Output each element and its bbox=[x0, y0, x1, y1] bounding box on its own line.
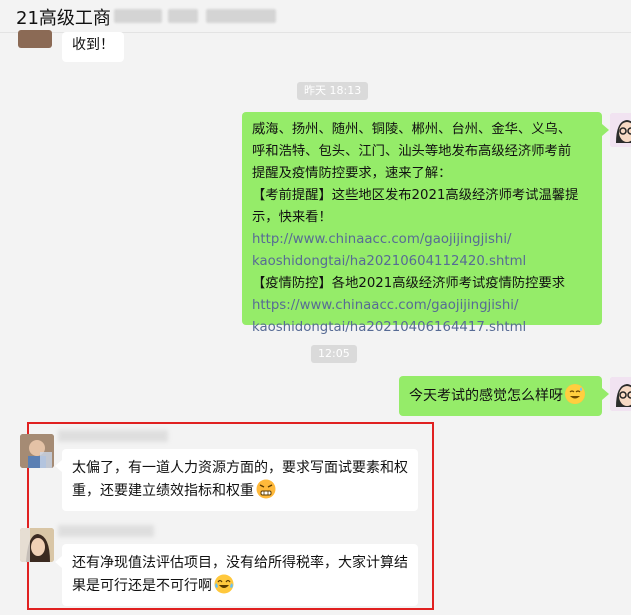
message-line: 果是可行还是不可行啊 bbox=[72, 578, 212, 594]
avatar-photo-icon bbox=[20, 434, 54, 468]
bubble-tail bbox=[602, 124, 609, 136]
avatar[interactable] bbox=[20, 528, 54, 562]
bubble-tail bbox=[602, 388, 609, 400]
redacted-title-part bbox=[206, 9, 276, 23]
message-bubble: 太偏了，有一道人力资源方面的，要求写面试要素和权 重，还要建立绩效指标和权重 bbox=[62, 449, 418, 511]
message-text: 收到！ bbox=[72, 37, 114, 53]
message-line: 重，还要建立绩效指标和权重 bbox=[72, 483, 254, 499]
timestamp: 昨天 18:13 bbox=[297, 82, 369, 100]
chat-header: 21高级工商 bbox=[0, 0, 631, 33]
message-line: 【疫情防控】各地2021高级经济师考试疫情防控要求 bbox=[252, 276, 566, 291]
message-link[interactable]: http://www.chinaacc.com/gaojijingjishi/ bbox=[252, 229, 592, 251]
message-bubble: 收到！ bbox=[62, 32, 124, 62]
message-line: 还有净现值法评估项目，没有给所得税率，大家计算结 bbox=[72, 555, 408, 571]
angry-emoji-icon bbox=[256, 479, 276, 499]
my-avatar[interactable] bbox=[610, 113, 631, 147]
message-bubble: 今天考试的感觉怎么样呀 bbox=[399, 376, 602, 416]
message-line: 威海、扬州、随州、铜陵、郴州、台州、金华、义乌、 bbox=[252, 122, 572, 137]
chat-title: 21高级工商 bbox=[16, 8, 111, 29]
message-line: 提醒及疫情防控要求，速来了解： bbox=[252, 166, 452, 181]
redacted-title-part bbox=[168, 9, 198, 23]
avatar-face-icon bbox=[610, 377, 631, 411]
redacted-sender-name bbox=[58, 525, 154, 537]
crying-laugh-emoji-icon bbox=[214, 574, 234, 594]
message-line: 呼和浩特、包头、江门、汕头等地发布高级经济师考前 bbox=[252, 144, 572, 159]
avatar[interactable] bbox=[18, 30, 52, 48]
message-line: 示，快来看！ bbox=[252, 210, 332, 225]
message-bubble: 威海、扬州、随州、铜陵、郴州、台州、金华、义乌、 呼和浩特、包头、江门、汕头等地… bbox=[242, 112, 602, 335]
redacted-title-part bbox=[114, 9, 162, 23]
message-bubble: 还有净现值法评估项目，没有给所得税率，大家计算结 果是可行还是不可行啊 bbox=[62, 544, 418, 606]
message-line: 太偏了，有一道人力资源方面的，要求写面试要素和权 bbox=[72, 460, 408, 476]
message-link[interactable]: kaoshidongtai/ha20210604112420.shtml bbox=[252, 251, 592, 273]
message-link[interactable]: kaoshidongtai/ha20210406164417.shtml bbox=[252, 317, 592, 339]
redacted-sender-name bbox=[58, 430, 168, 442]
timestamp: 12:05 bbox=[311, 345, 357, 363]
avatar-face-icon bbox=[610, 113, 631, 147]
avatar[interactable] bbox=[20, 434, 54, 468]
sweat-smile-emoji-icon bbox=[565, 384, 585, 404]
avatar-photo-icon bbox=[20, 528, 54, 562]
bubble-tail bbox=[55, 556, 62, 568]
message-text: 今天考试的感觉怎么样呀 bbox=[409, 388, 563, 404]
message-line: 【考前提醒】这些地区发布2021高级经济师考试温馨提 bbox=[252, 188, 579, 203]
bubble-tail bbox=[55, 460, 62, 472]
message-link[interactable]: https://www.chinaacc.com/gaojijingjishi/ bbox=[252, 295, 592, 317]
my-avatar[interactable] bbox=[610, 377, 631, 411]
